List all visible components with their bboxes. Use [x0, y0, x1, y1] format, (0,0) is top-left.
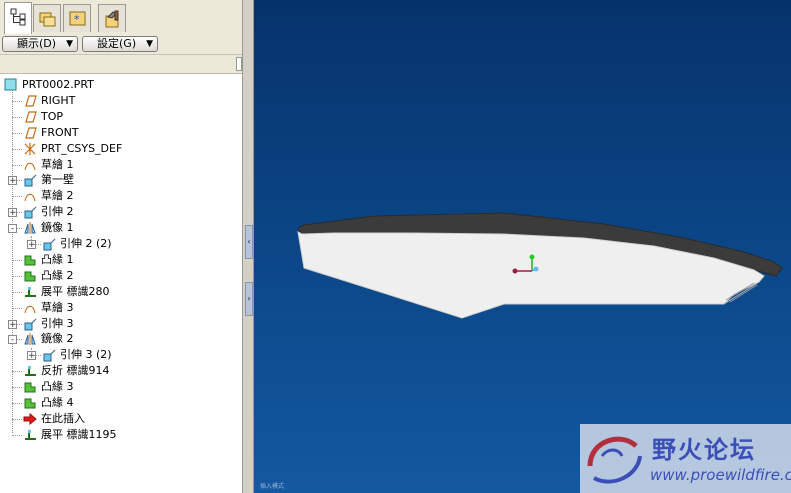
unbend-icon — [25, 287, 36, 297]
tree-toolbar: 顯示(D) ▼ 設定(G) ▼ — [0, 34, 242, 54]
watermark-logo: 野火论坛 www.proewildfire.cn — [580, 424, 791, 493]
tree-item-label: 第一壁 — [41, 173, 74, 186]
tree-connector-line — [12, 117, 22, 118]
tree-connector-line — [12, 101, 22, 102]
display-dropdown-button[interactable]: 顯示(D) ▼ — [2, 36, 78, 52]
collapse-left-arrow-icon[interactable]: ‹ — [245, 225, 253, 259]
watermark-emblem-icon — [587, 436, 642, 484]
unbend-icon — [25, 430, 36, 440]
watermark-title: 野火论坛 — [652, 436, 756, 464]
tree-item-label: 反折 標識914 — [41, 364, 110, 377]
tree-item-label: 展平 標識1195 — [41, 428, 117, 441]
expand-node-icon[interactable]: + — [27, 240, 36, 250]
tree-item-label: PRT_CSYS_DEF — [41, 142, 123, 155]
tree-connector-line — [12, 133, 22, 134]
tree-item-label: FRONT — [41, 126, 79, 139]
insert-here-arrow-icon — [23, 412, 37, 426]
tree-connector-line — [12, 371, 22, 372]
mode-status-text: 插入模式 — [260, 483, 285, 490]
tree-connector-line — [12, 165, 22, 166]
favorites-tab[interactable]: * — [63, 4, 91, 32]
part-model — [297, 212, 783, 319]
tree-item-label: 引伸 3 — [41, 317, 74, 330]
chevron-down-icon: ▼ — [66, 39, 73, 49]
tree-connector-line — [12, 435, 22, 436]
datum-plane-icon — [25, 127, 37, 139]
tree-connector-line — [12, 149, 22, 150]
tree-connector-line — [12, 196, 22, 197]
tree-item-label: PRT0002.PRT — [22, 78, 94, 91]
flange-icon — [24, 255, 36, 266]
sketch-icon — [24, 305, 36, 314]
settings-dropdown-button[interactable]: 設定(G) ▼ — [82, 36, 158, 52]
extrude-wall-icon — [24, 174, 37, 187]
display-label: 顯示(D) — [17, 37, 57, 50]
folder-icon — [39, 12, 56, 27]
tree-item-label: 凸緣 2 — [41, 269, 74, 282]
tree-item-label: 在此插入 — [41, 412, 85, 425]
flange-icon — [24, 398, 36, 409]
tools-icon — [105, 10, 119, 28]
expand-node-icon[interactable]: + — [8, 320, 17, 330]
mirror-icon — [24, 333, 36, 345]
expand-node-icon[interactable]: + — [8, 208, 17, 218]
chevron-down-icon: ▼ — [146, 39, 153, 49]
collapse-node-icon[interactable]: - — [8, 224, 17, 234]
expand-node-icon[interactable]: + — [27, 351, 36, 361]
tree-item-label: 鏡像 1 — [41, 221, 74, 234]
tree-item-label: 草繪 2 — [41, 189, 74, 202]
connections-tab[interactable] — [98, 4, 126, 32]
tree-connector-line — [12, 276, 22, 277]
graphics-window[interactable]: 插入模式 野火论坛 www.proewildfire.cn — [254, 0, 791, 493]
datum-plane-icon — [25, 95, 37, 107]
mirror-icon — [24, 222, 36, 234]
extrude-icon — [24, 318, 37, 331]
model-tree-tab[interactable] — [4, 2, 32, 34]
tree-item-label: 凸緣 3 — [41, 380, 74, 393]
model-tree-icon — [10, 8, 26, 26]
tree-item-label: 引伸 2 (2) — [60, 237, 112, 250]
extrude-icon — [43, 238, 56, 251]
sketch-icon — [24, 193, 36, 202]
favorites-icon: * — [69, 11, 86, 26]
tree-item-label: 凸緣 4 — [41, 396, 74, 409]
model-tree: PRT0002.PRT RIGHT TOP FRONT PRT_CSYS_DEF 草繪 1… — [0, 73, 240, 493]
csys-icon — [24, 143, 36, 155]
tree-item-label: 展平 標識280 — [41, 285, 110, 298]
tree-connector-line — [12, 260, 22, 261]
tree-connector-line — [12, 292, 22, 293]
tree-item-label: 引伸 3 (2) — [60, 348, 112, 361]
flange-icon — [24, 382, 36, 393]
flange-icon — [24, 271, 36, 282]
panel-splitter[interactable]: ‹ › — [242, 0, 254, 493]
tree-item-label: 草繪 3 — [41, 301, 74, 314]
tree-connector-line — [12, 403, 22, 404]
tree-connector-line — [12, 387, 22, 388]
tree-item-label: 草繪 1 — [41, 158, 74, 171]
tree-item-label: 凸緣 1 — [41, 253, 74, 266]
expand-right-arrow-icon[interactable]: › — [245, 282, 253, 316]
tree-connector-line — [12, 308, 22, 309]
expand-node-icon[interactable]: + — [8, 176, 17, 186]
watermark-url: www.proewildfire.cn — [650, 466, 791, 484]
tree-item-label: TOP — [41, 110, 64, 123]
tree-item-label: RIGHT — [41, 94, 76, 107]
extrude-icon — [24, 206, 37, 219]
part-icon — [4, 78, 17, 91]
extrude-icon — [43, 349, 56, 362]
svg-text:*: * — [74, 13, 80, 26]
model-tree-panel: * 顯示(D) ▼ 設定(G) ▼ PRT0002.PRT RIGHT TOP FRO… — [0, 0, 242, 493]
tree-item-label: 鏡像 2 — [41, 332, 74, 345]
folder-browser-tab[interactable] — [33, 4, 61, 32]
sketch-icon — [24, 162, 36, 171]
datum-plane-icon — [25, 111, 37, 123]
tree-column-header — [0, 54, 242, 74]
bendback-icon — [25, 366, 36, 376]
tree-connector-line — [12, 419, 22, 420]
tree-item-label: 引伸 2 — [41, 205, 74, 218]
collapse-node-icon[interactable]: - — [8, 335, 17, 345]
settings-label: 設定(G) — [97, 37, 137, 50]
navigator-tab-bar: * — [0, 0, 242, 34]
